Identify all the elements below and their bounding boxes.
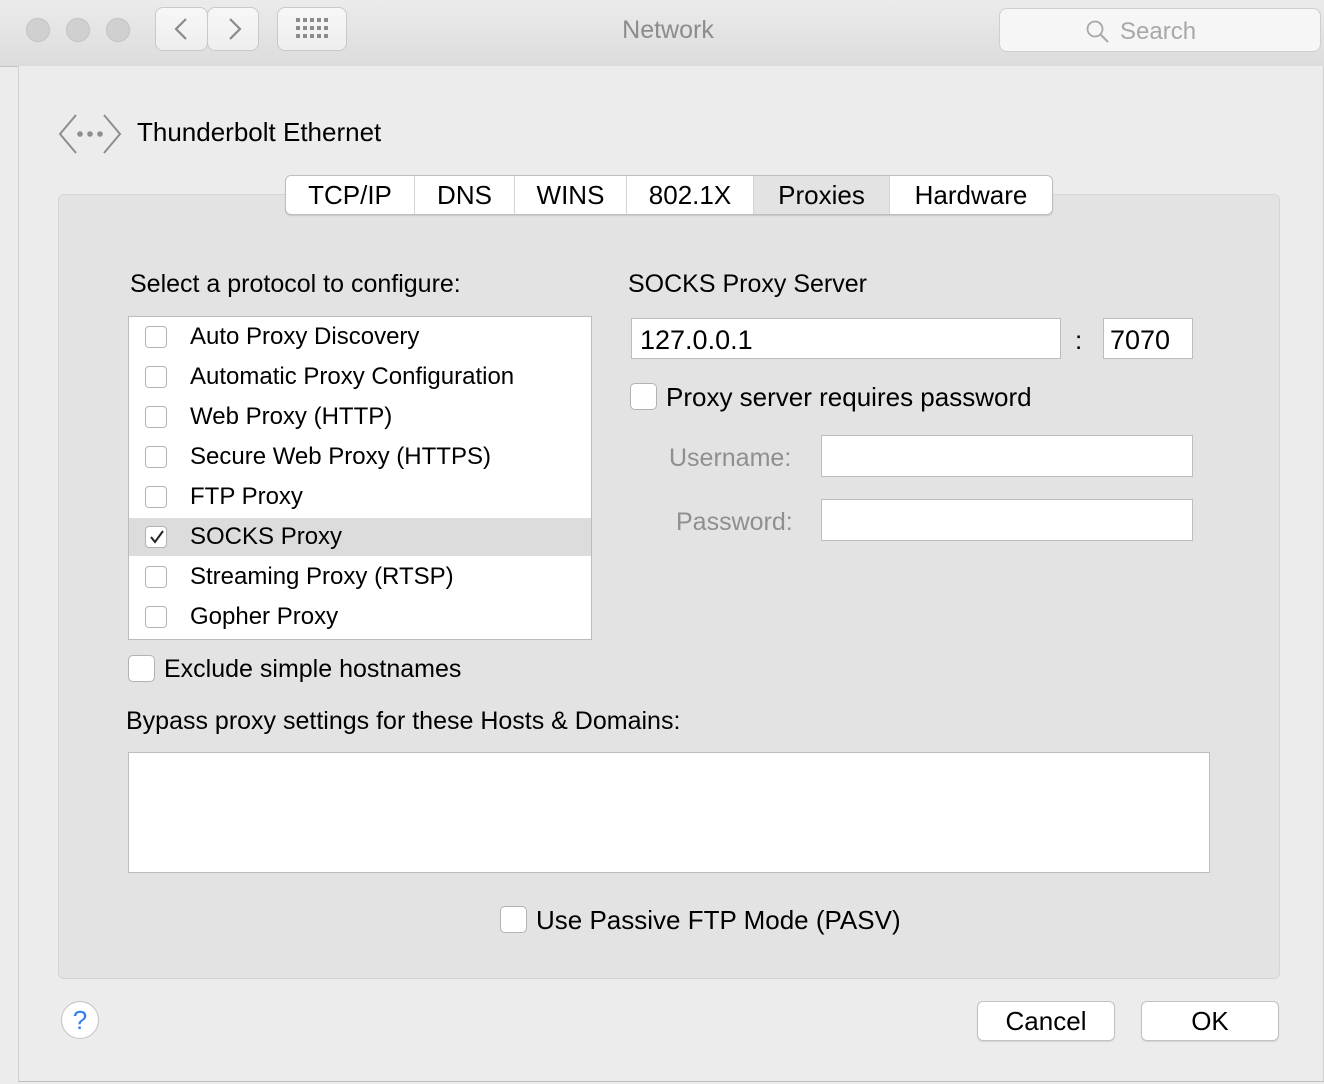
auto-proxy-discovery-checkbox[interactable] [145,326,167,348]
protocol-label: Secure Web Proxy (HTTPS) [190,443,491,470]
exclude-simple-hostnames-label[interactable]: Exclude simple hostnames [164,655,461,684]
automatic-proxy-configuration-checkbox[interactable] [145,366,167,388]
web-proxy-checkbox[interactable] [145,406,167,428]
bypass-label: Bypass proxy settings for these Hosts & … [126,707,681,735]
protocol-label: SOCKS Proxy [190,523,343,550]
ethernet-icon [58,114,122,154]
protocol-label: Web Proxy (HTTP) [190,403,393,430]
protocol-row-auto-config[interactable]: Automatic Proxy Configuration [129,358,591,396]
tab-hardware[interactable]: Hardware [890,176,1052,214]
streaming-proxy-checkbox[interactable] [145,566,167,588]
protocol-label: Automatic Proxy Configuration [190,363,515,390]
gopher-proxy-checkbox[interactable] [145,606,167,628]
protocol-list[interactable]: Auto Proxy Discovery Automatic Proxy Con… [128,316,592,640]
password-field[interactable] [821,499,1193,541]
search-placeholder: Search [1120,18,1197,45]
secure-web-proxy-checkbox[interactable] [145,446,167,468]
bypass-hosts-textarea[interactable] [128,752,1210,873]
cancel-button[interactable]: Cancel [977,1001,1115,1041]
tab-tcpip[interactable]: TCP/IP [286,176,415,214]
protocol-row-secure-web-proxy[interactable]: Secure Web Proxy (HTTPS) [129,438,591,476]
protocol-label: FTP Proxy [190,483,303,510]
search-field[interactable]: Search [999,8,1321,52]
protocol-row-auto-discovery[interactable]: Auto Proxy Discovery [129,318,591,356]
help-button[interactable]: ? [61,1001,99,1039]
interface-name: Thunderbolt Ethernet [137,117,382,147]
tab-proxies[interactable]: Proxies [754,176,890,214]
proxy-host-value: 127.0.0.1 [640,325,753,355]
ok-button[interactable]: OK [1141,1001,1279,1041]
server-heading: SOCKS Proxy Server [628,270,867,298]
passive-ftp-label[interactable]: Use Passive FTP Mode (PASV) [536,905,901,936]
tab-wins[interactable]: WINS [515,176,627,214]
protocol-row-ftp-proxy[interactable]: FTP Proxy [129,478,591,516]
host-port-separator: : [1075,325,1083,355]
protocol-label: Streaming Proxy (RTSP) [190,563,454,590]
protocol-row-socks-proxy[interactable]: SOCKS Proxy [129,518,591,556]
username-label: Username: [669,444,792,472]
protocol-row-streaming-proxy[interactable]: Streaming Proxy (RTSP) [129,558,591,596]
proxy-port-field[interactable]: 7070 [1103,318,1193,359]
proxy-port-value: 7070 [1110,325,1171,355]
ftp-proxy-checkbox[interactable] [145,486,167,508]
search-icon [1086,20,1109,43]
checkmark-icon [150,530,164,544]
proxy-host-field[interactable]: 127.0.0.1 [631,318,1061,359]
exclude-simple-hostnames-checkbox[interactable] [128,655,155,682]
passive-ftp-checkbox[interactable] [500,906,527,933]
requires-password-checkbox[interactable] [630,383,657,410]
protocol-row-gopher-proxy[interactable]: Gopher Proxy [129,598,591,636]
password-label: Password: [676,508,793,536]
requires-password-label[interactable]: Proxy server requires password [666,382,1032,413]
tab-dns[interactable]: DNS [415,176,515,214]
protocol-heading: Select a protocol to configure: [130,270,461,298]
tab-8021x[interactable]: 802.1X [627,176,754,214]
protocol-label: Gopher Proxy [190,603,339,630]
socks-proxy-checkbox[interactable] [145,526,167,548]
username-field[interactable] [821,435,1193,477]
protocol-row-web-proxy[interactable]: Web Proxy (HTTP) [129,398,591,436]
tab-bar: TCP/IP DNS WINS 802.1X Proxies Hardware [285,175,1053,215]
protocol-label: Auto Proxy Discovery [190,323,420,350]
title-bar: Network Search [0,0,1324,67]
